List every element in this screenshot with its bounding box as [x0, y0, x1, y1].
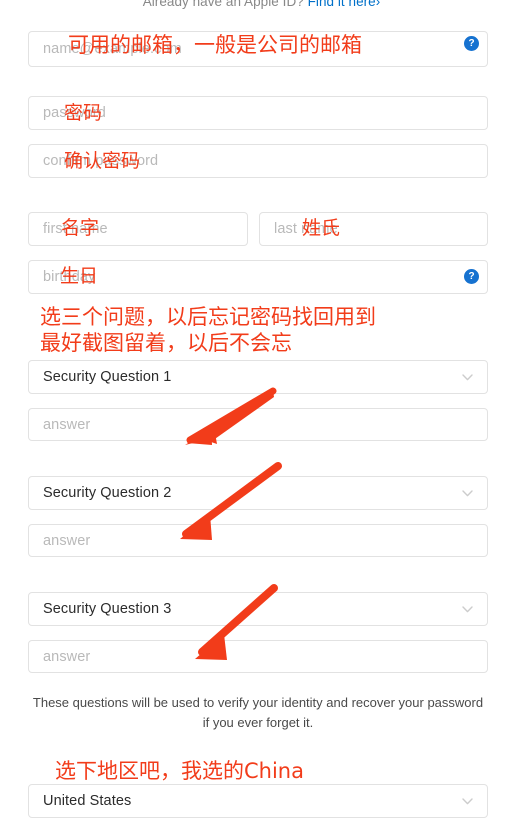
security-answer-3-placeholder: answer: [43, 648, 91, 665]
email-help-icon[interactable]: ?: [464, 36, 479, 51]
security-questions-note: These questions will be used to verify y…: [32, 695, 484, 730]
security-answer-2-placeholder: answer: [43, 532, 91, 549]
chevron-down-icon: [462, 374, 473, 381]
find-it-here-link[interactable]: Find it here›: [308, 0, 381, 9]
birthday-help-icon[interactable]: ?: [464, 269, 479, 284]
chevron-down-icon: [462, 490, 473, 497]
chevron-down-icon: [462, 606, 473, 613]
last-name-input[interactable]: last name: [259, 212, 488, 246]
existing-apple-id-prompt: Already have an Apple ID? Find it here›: [0, 0, 523, 9]
security-question-3-label: Security Question 3: [43, 601, 172, 617]
birthday-placeholder: birthday: [43, 269, 96, 285]
annotation-country-note: 选下地区吧，我选的China: [55, 759, 304, 783]
annotation-security-note-line1: 选三个问题，以后忘记密码找回用到: [40, 305, 376, 329]
first-name-input[interactable]: first name: [28, 212, 248, 246]
existing-apple-id-text: Already have an Apple ID?: [142, 0, 308, 9]
security-question-3-select[interactable]: Security Question 3: [28, 592, 488, 626]
chevron-down-icon: [462, 798, 473, 805]
confirm-password-input[interactable]: confirm password: [28, 144, 488, 178]
security-answer-2-input[interactable]: answer: [28, 524, 488, 557]
country-selected-value: United States: [43, 793, 132, 809]
security-question-1-select[interactable]: Security Question 1: [28, 360, 488, 394]
last-name-placeholder: last name: [274, 221, 338, 237]
password-input[interactable]: password: [28, 96, 488, 130]
security-question-1-label: Security Question 1: [43, 369, 172, 385]
security-answer-1-input[interactable]: answer: [28, 408, 488, 441]
email-input[interactable]: name@example.com: [28, 31, 488, 67]
email-placeholder: name@example.com: [43, 41, 182, 57]
confirm-password-placeholder: confirm password: [43, 153, 159, 169]
signup-form-page: Already have an Apple ID? Find it here› …: [0, 0, 523, 838]
security-question-2-label: Security Question 2: [43, 485, 172, 501]
birthday-input[interactable]: birthday: [28, 260, 488, 294]
annotation-security-note-line2: 最好截图留着，以后不会忘: [40, 331, 292, 355]
security-question-2-select[interactable]: Security Question 2: [28, 476, 488, 510]
password-placeholder: password: [43, 105, 106, 121]
security-answer-3-input[interactable]: answer: [28, 640, 488, 673]
first-name-placeholder: first name: [43, 221, 108, 237]
security-answer-1-placeholder: answer: [43, 416, 91, 433]
country-select[interactable]: United States: [28, 784, 488, 818]
